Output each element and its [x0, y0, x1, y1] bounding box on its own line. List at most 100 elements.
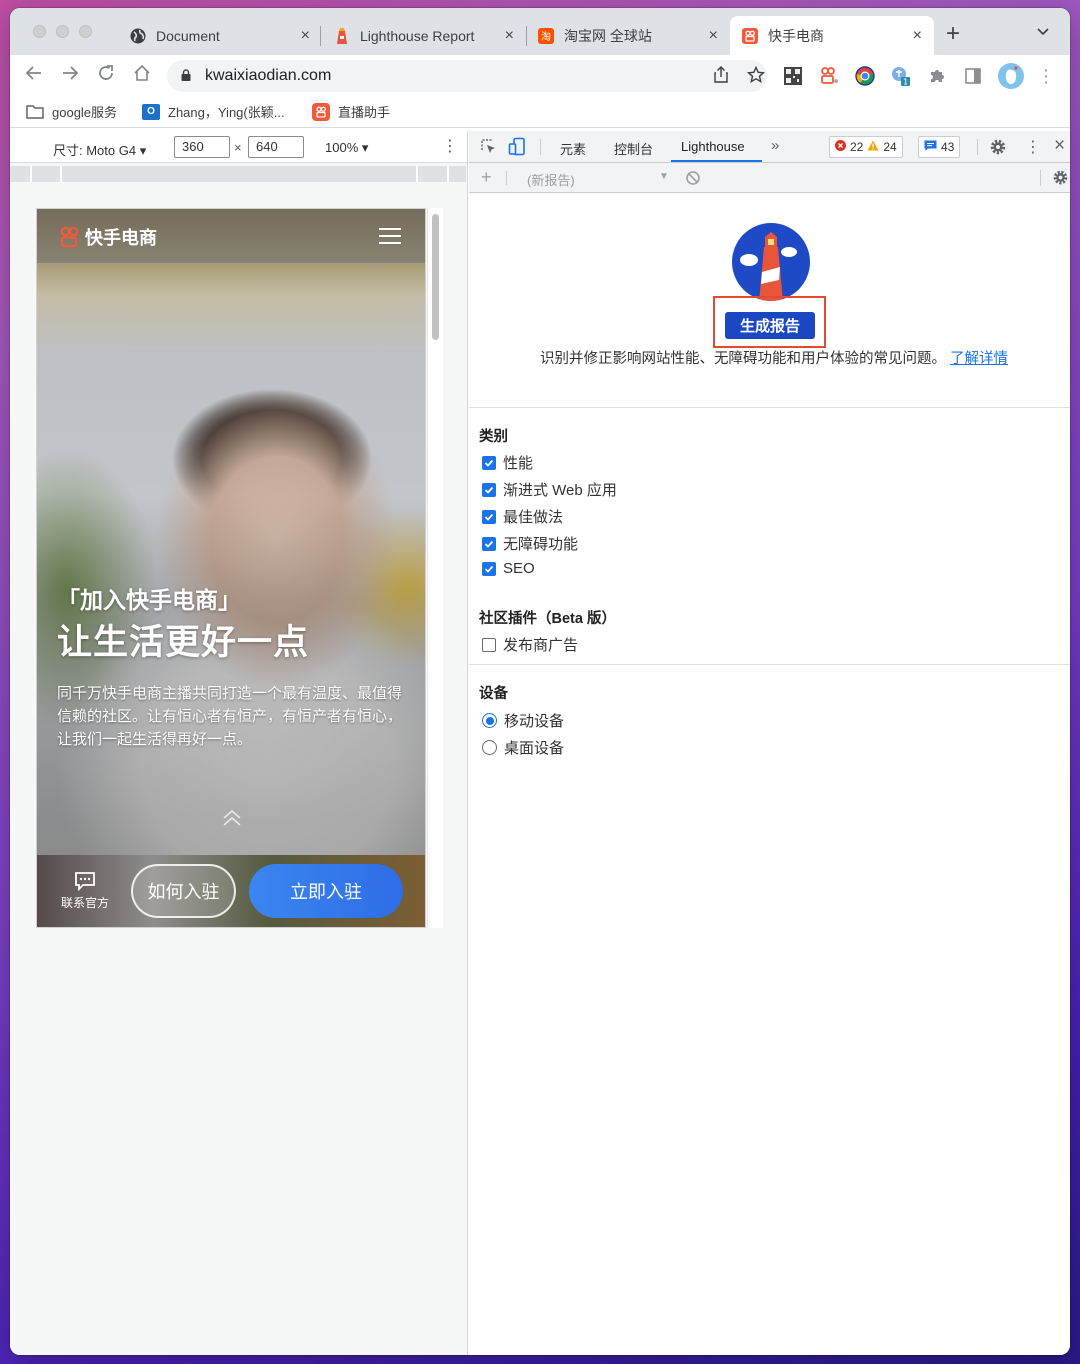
- new-tab-button[interactable]: +: [946, 22, 960, 46]
- reload-button[interactable]: [94, 63, 118, 89]
- devtools-menu-button[interactable]: ⋮: [1025, 137, 1041, 157]
- checkbox-unchecked[interactable]: [482, 637, 496, 652]
- tab-title: Lighthouse Report: [360, 27, 475, 44]
- tab-close-button[interactable]: ×: [913, 27, 922, 45]
- clear-reports-icon[interactable]: [685, 170, 701, 189]
- checkbox-checked[interactable]: [482, 482, 496, 497]
- extensions-puzzle-icon[interactable]: [926, 65, 948, 87]
- device-toolbar-toggle-icon[interactable]: [508, 137, 526, 159]
- scroll-up-icon[interactable]: [220, 806, 244, 830]
- bookmark-star-icon[interactable]: [746, 65, 766, 89]
- contact-official-button[interactable]: 联系官方: [57, 871, 113, 911]
- width-input[interactable]: 360: [174, 136, 230, 158]
- plugin-label: 发布商广告: [503, 637, 579, 654]
- translate-extension-icon[interactable]: 1: [890, 65, 912, 87]
- tab-close-button[interactable]: ×: [709, 27, 718, 45]
- back-button[interactable]: [22, 63, 46, 89]
- height-input[interactable]: 640: [248, 136, 304, 158]
- tab-search-button[interactable]: [1036, 24, 1050, 40]
- window-controls: [33, 25, 92, 38]
- checkbox-checked[interactable]: [482, 536, 496, 551]
- checkbox-checked[interactable]: [482, 455, 496, 470]
- minimize-window-button[interactable]: [56, 25, 69, 38]
- tab-elements[interactable]: 元素: [560, 139, 586, 158]
- tab-lighthouse[interactable]: Lighthouse: [681, 139, 745, 154]
- close-devtools-button[interactable]: ×: [1054, 135, 1065, 157]
- browser-menu-button[interactable]: ⋮: [1034, 64, 1058, 88]
- kuaishou-icon: [742, 27, 758, 44]
- tab-document[interactable]: Document ×: [118, 16, 322, 55]
- device-toolbar-menu-button[interactable]: ⋮: [442, 136, 458, 156]
- radio-selected[interactable]: [482, 713, 497, 728]
- checkbox-checked[interactable]: [482, 509, 496, 524]
- forward-button[interactable]: [58, 63, 82, 89]
- device-select[interactable]: 尺寸: Moto G4 ▾: [53, 140, 146, 159]
- hamburger-menu-icon[interactable]: [379, 228, 401, 244]
- plugins-title: 社区插件（Beta 版）: [479, 611, 616, 627]
- media-query-ruler[interactable]: [10, 166, 466, 182]
- more-tabs-button[interactable]: »: [771, 137, 779, 154]
- devtools-tabbar: 元素 控制台 Lighthouse » 22 24 43 ⋮ ×: [469, 131, 1070, 163]
- category-best-practices[interactable]: 最佳做法: [482, 506, 563, 527]
- mobile-header: 快手电商: [37, 209, 425, 263]
- tab-taobao[interactable]: 淘 淘宝网 全球站 ×: [526, 16, 730, 55]
- zoom-select[interactable]: 100% ▾: [325, 140, 368, 156]
- device-desktop[interactable]: 桌面设备: [482, 737, 564, 758]
- profile-avatar[interactable]: [996, 61, 1026, 91]
- brand-logo[interactable]: 快手电商: [59, 224, 157, 250]
- lighthouse-description: 识别并修正影响网站性能、无障碍功能和用户体验的常见问题。 了解详情: [539, 351, 1009, 367]
- how-to-join-button[interactable]: 如何入驻: [131, 864, 236, 918]
- scrollbar-thumb[interactable]: [432, 214, 439, 340]
- messages-counter[interactable]: 43: [918, 136, 961, 158]
- tab-strip: Document × Lighthouse Report × 淘 淘宝网 全球站…: [10, 8, 1070, 55]
- plugin-publisher-ads[interactable]: 发布商广告: [482, 634, 578, 655]
- bookmark-google-services[interactable]: google服务: [26, 102, 117, 121]
- new-report-button[interactable]: +: [481, 167, 492, 188]
- category-performance[interactable]: 性能: [482, 452, 533, 473]
- tab-kuaishou[interactable]: 快手电商 ×: [730, 16, 934, 55]
- issues-counter[interactable]: 22 24: [829, 136, 903, 158]
- category-label: 渐进式 Web 应用: [503, 482, 617, 499]
- lighthouse-logo-icon: [732, 223, 810, 301]
- tab-close-button[interactable]: ×: [301, 27, 310, 45]
- home-button[interactable]: [130, 63, 154, 89]
- category-label: 无障碍功能: [503, 536, 579, 553]
- generate-report-button[interactable]: 生成报告: [725, 312, 815, 339]
- tab-console[interactable]: 控制台: [614, 139, 653, 158]
- bookmark-live-assistant[interactable]: 直播助手: [312, 102, 390, 121]
- category-accessibility[interactable]: 无障碍功能: [482, 533, 578, 554]
- viewport-scrollbar[interactable]: [427, 208, 443, 928]
- tab-close-button[interactable]: ×: [505, 27, 514, 45]
- join-now-button[interactable]: 立即入驻: [249, 864, 403, 918]
- categories-title: 类别: [479, 429, 508, 445]
- radio-unselected[interactable]: [482, 740, 497, 755]
- settings-gear-icon[interactable]: [989, 138, 1007, 159]
- bookmark-zhang-ying[interactable]: O Zhang，Ying(张颖...: [142, 102, 285, 121]
- inspect-element-icon[interactable]: [480, 138, 497, 158]
- lighthouse-settings-gear-icon[interactable]: [1052, 169, 1069, 189]
- folder-icon: [26, 104, 44, 119]
- qr-code-extension-icon[interactable]: [782, 65, 804, 87]
- report-select-arrow-icon[interactable]: ▼: [659, 171, 669, 182]
- device-mobile[interactable]: 移动设备: [482, 710, 564, 731]
- checkbox-checked[interactable]: [482, 561, 496, 576]
- chat-icon: [75, 872, 95, 891]
- zoom-window-button[interactable]: [79, 25, 92, 38]
- address-bar[interactable]: kwaixiaodian.com: [167, 60, 767, 92]
- slogan-line-1: 「加入快手电商」: [57, 587, 241, 613]
- category-label: 性能: [503, 455, 534, 472]
- close-window-button[interactable]: [33, 25, 46, 38]
- device-emulation-pane: 尺寸: Moto G4 ▾ 360 × 640 100% ▾ ⋮ 快手电商 「加…: [10, 131, 468, 1355]
- url-text: kwaixiaodian.com: [205, 67, 332, 84]
- report-select[interactable]: (新报告): [527, 170, 575, 189]
- learn-more-link[interactable]: 了解详情: [950, 351, 1008, 367]
- category-seo[interactable]: SEO: [482, 560, 535, 577]
- category-pwa[interactable]: 渐进式 Web 应用: [482, 479, 617, 500]
- side-panel-icon[interactable]: [962, 65, 984, 87]
- kuaishou-extension-icon[interactable]: [818, 65, 840, 87]
- share-icon[interactable]: [713, 66, 729, 89]
- chrome-extension-icon[interactable]: [854, 65, 876, 87]
- device-label: 桌面设备: [504, 740, 565, 757]
- category-label: SEO: [503, 560, 535, 577]
- tab-lighthouse-report[interactable]: Lighthouse Report ×: [322, 16, 526, 55]
